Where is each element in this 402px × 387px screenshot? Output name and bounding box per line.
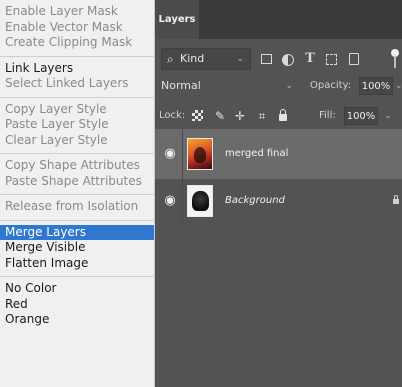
menu-group-merge: Merge Layers Merge Visible Flatten Image [0,221,154,277]
type-filter-icon[interactable]: T [304,52,316,65]
opacity-input[interactable]: 100% [359,77,393,95]
menu-group-masks: Enable Layer Mask Enable Vector Mask Cre… [0,0,154,57]
menu-group-isolation: Release from Isolation [0,195,154,221]
lock-row: Lock: ✎ ✛ ⌗ Fill: 100% ⌄ [155,104,402,128]
lock-icon [393,195,399,204]
menu-item-merge-layers[interactable]: Merge Layers [0,224,154,240]
blend-row: Normal ⌄ Opacity: 100% ⌄ [155,74,402,98]
menu-item-no-color[interactable]: No Color [0,281,154,297]
layer-context-menu: Enable Layer Mask Enable Vector Mask Cre… [0,0,155,387]
menu-item-paste-layer-style[interactable]: Paste Layer Style [0,117,154,133]
adjustment-filter-icon[interactable] [282,54,294,66]
menu-item-flatten-image[interactable]: Flatten Image [0,256,154,272]
menu-group-shape-attributes: Copy Shape Attributes Paste Shape Attrib… [0,154,154,195]
layer-divider [182,129,183,179]
image-filter-icon[interactable] [261,54,272,64]
menu-item-clear-layer-style[interactable]: Clear Layer Style [0,133,154,149]
shape-filter-icon[interactable] [326,54,337,65]
layer-thumbnail[interactable] [187,185,213,217]
menu-item-merge-visible[interactable]: Merge Visible [0,240,154,256]
menu-group-link: Link Layers Select Linked Layers [0,57,154,98]
chevron-down-icon[interactable]: ⌄ [395,77,402,95]
lock-transparent-pixels-icon[interactable] [192,110,203,121]
menu-group-layer-style: Copy Layer Style Paste Layer Style Clear… [0,98,154,154]
layer-divider [182,179,183,223]
lock-position-icon[interactable]: ✛ [233,109,247,123]
panel-tab-bar: Layers [155,0,402,39]
lock-label: Lock: [159,110,186,121]
layer-thumbnail[interactable] [187,138,213,170]
lock-image-pixels-icon[interactable]: ✎ [213,109,227,123]
filter-toggle-stem [394,56,396,68]
eye-icon[interactable]: ◉ [163,194,177,208]
menu-item-create-clipping-mask[interactable]: Create Clipping Mask [0,35,154,51]
layer-row[interactable]: ◉ Background [155,179,402,223]
opacity-label: Opacity: [310,80,352,91]
menu-group-colors: No Color Red Orange [0,277,154,333]
menu-item-release-from-isolation[interactable]: Release from Isolation [0,199,154,215]
filter-row: ⌕ Kind ⌄ T [155,44,402,72]
layer-name[interactable]: Background [225,194,285,208]
menu-item-enable-layer-mask[interactable]: Enable Layer Mask [0,4,154,20]
search-icon: ⌕ [167,52,174,66]
blend-mode-value: Normal [161,79,201,92]
fill-input[interactable]: 100% [344,107,378,125]
chevron-down-icon: ⌄ [236,54,244,64]
chevron-down-icon: ⌄ [285,81,293,91]
eye-icon[interactable]: ◉ [163,147,177,161]
layer-name[interactable]: merged final [225,147,288,161]
menu-item-paste-shape-attributes[interactable]: Paste Shape Attributes [0,174,154,190]
menu-item-select-linked-layers[interactable]: Select Linked Layers [0,76,154,92]
tab-layers[interactable]: Layers [155,0,199,39]
lock-all-icon[interactable] [279,109,287,121]
menu-item-link-layers[interactable]: Link Layers [0,61,154,77]
menu-item-enable-vector-mask[interactable]: Enable Vector Mask [0,20,154,36]
lock-artboard-icon[interactable]: ⌗ [255,109,269,123]
chevron-down-icon[interactable]: ⌄ [384,107,392,125]
menu-item-orange[interactable]: Orange [0,312,154,328]
filter-kind-label: Kind [180,52,205,65]
smart-object-filter-icon[interactable] [349,53,359,65]
filter-kind-dropdown[interactable]: ⌕ Kind ⌄ [161,48,251,70]
fill-label: Fill: [319,110,336,121]
layers-panel: Layers ⌕ Kind ⌄ T Normal ⌄ Opacity: 100%… [155,0,402,387]
layer-row[interactable]: ◉ merged final [155,129,402,179]
menu-item-copy-layer-style[interactable]: Copy Layer Style [0,102,154,118]
menu-item-red[interactable]: Red [0,297,154,313]
blend-mode-dropdown[interactable]: Normal ⌄ [161,77,293,95]
menu-item-copy-shape-attributes[interactable]: Copy Shape Attributes [0,158,154,174]
